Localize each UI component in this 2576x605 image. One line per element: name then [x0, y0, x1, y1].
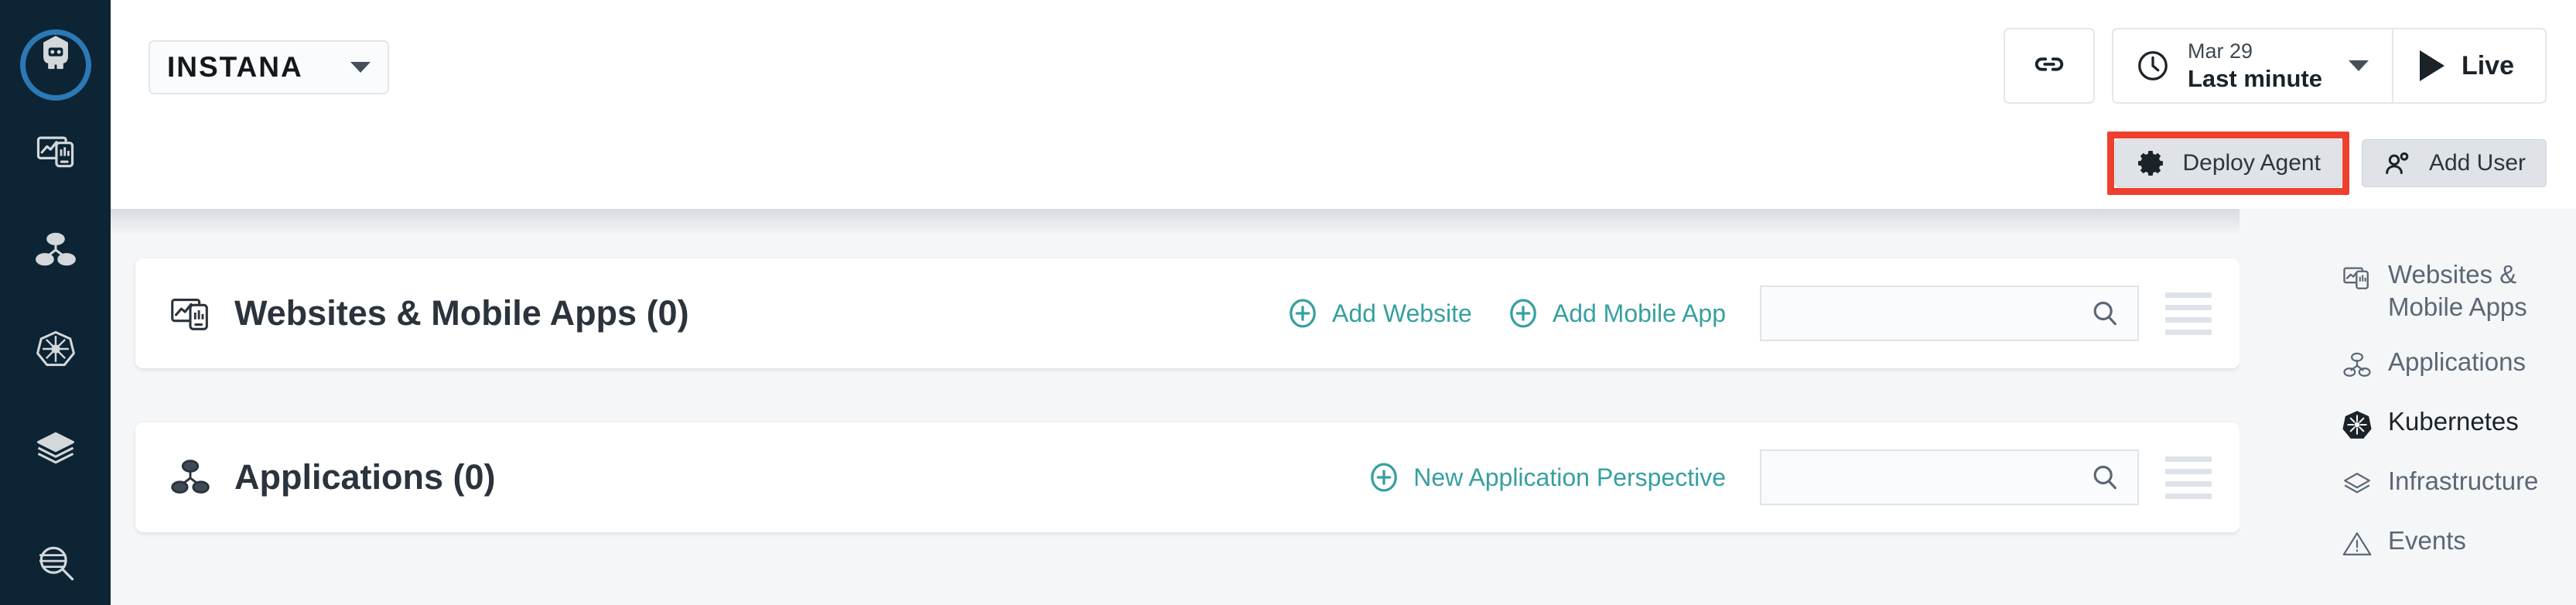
sidebar-item-websites-mobile-apps[interactable] — [0, 108, 111, 193]
right-nav-item-events[interactable]: Events — [2340, 525, 2576, 561]
time-controls: Mar 29 Last minute Live — [2111, 28, 2547, 104]
card-applications: Applications (0) New Application Perspec… — [135, 422, 2239, 532]
deploy-agent-label: Deploy Agent — [2182, 150, 2321, 176]
right-nav-panel: Websites & Mobile Apps Applications Kube… — [2239, 209, 2576, 605]
right-nav-label: Events — [2388, 526, 2466, 555]
right-nav-item-websites-mobile-apps[interactable]: Websites & Mobile Apps — [2340, 258, 2576, 323]
deploy-agent-highlight: Deploy Agent — [2107, 132, 2349, 195]
plus-circle-icon — [1286, 296, 1320, 330]
sidebar-item-infrastructure[interactable] — [0, 405, 111, 490]
website-mobile-icon — [2340, 261, 2374, 295]
deploy-agent-button[interactable]: Deploy Agent — [2115, 139, 2342, 187]
sidebar-item-robot-assistant[interactable] — [0, 11, 111, 101]
search-input-websites[interactable] — [1760, 285, 2139, 341]
right-nav-label: Infrastructure — [2388, 467, 2539, 496]
tenant-selector[interactable]: INSTANA — [149, 40, 389, 94]
applications-icon — [166, 453, 214, 501]
applications-icon — [32, 227, 79, 273]
right-nav-item-kubernetes[interactable]: Kubernetes — [2340, 405, 2576, 442]
right-nav-item-infrastructure[interactable]: Infrastructure — [2340, 465, 2576, 501]
copy-link-button[interactable] — [2003, 28, 2095, 104]
time-range-text: Mar 29 Last minute — [2188, 39, 2322, 94]
add-mobile-app-label: Add Mobile App — [1552, 299, 1726, 327]
hamburger-icon[interactable] — [2165, 456, 2212, 499]
chevron-down-icon — [2348, 60, 2369, 71]
search-input-applications[interactable] — [1760, 449, 2139, 505]
search-icon — [2089, 298, 2120, 329]
header-action-buttons: Deploy Agent Add User — [2107, 132, 2547, 195]
layers-icon — [32, 425, 79, 471]
sidebar-active-indicator — [20, 29, 91, 101]
app-root: INSTANA Mar 29 Last minute Live Deploy A… — [0, 0, 2576, 605]
add-mobile-app-link[interactable]: Add Mobile App — [1506, 296, 1726, 330]
website-mobile-icon — [166, 289, 214, 337]
plus-circle-icon — [1506, 296, 1540, 330]
hamburger-line — [2165, 304, 2212, 310]
time-range-date: Mar 29 — [2187, 39, 2253, 63]
chevron-down-icon — [350, 62, 371, 73]
card-actions: Add Website Add Mobile App — [1286, 285, 2239, 341]
clock-icon — [2135, 48, 2171, 84]
tenant-name: INSTANA — [167, 51, 303, 83]
live-label: Live — [2461, 50, 2514, 80]
hamburger-line — [2165, 329, 2212, 335]
left-sidebar — [0, 0, 111, 605]
header-right-controls: Mar 29 Last minute Live — [2003, 28, 2547, 104]
link-icon — [2031, 46, 2067, 86]
add-user-icon — [2383, 148, 2414, 179]
hamburger-line — [2165, 456, 2212, 462]
search-icon — [2089, 462, 2120, 493]
card-header: Websites & Mobile Apps (0) — [135, 289, 689, 337]
hamburger-line — [2165, 493, 2212, 499]
analyze-search-icon — [32, 539, 79, 586]
hamburger-line — [2165, 316, 2212, 323]
card-header: Applications (0) — [135, 453, 496, 501]
kubernetes-icon — [2340, 408, 2374, 442]
right-nav-label: Kubernetes — [2388, 407, 2519, 436]
gear-icon — [2136, 148, 2167, 179]
new-application-perspective-label: New Application Perspective — [1413, 463, 1726, 491]
time-range-value: Last minute — [2187, 64, 2322, 92]
right-nav-label: Websites & Mobile Apps — [2388, 260, 2527, 321]
website-mobile-icon — [32, 128, 79, 174]
add-website-link[interactable]: Add Website — [1286, 296, 1472, 330]
applications-icon — [2340, 348, 2374, 382]
sidebar-item-kubernetes[interactable] — [0, 306, 111, 391]
main-content: Websites & Mobile Apps (0) Add Website A… — [111, 209, 2576, 605]
hamburger-line — [2165, 480, 2212, 487]
plus-circle-icon — [1367, 460, 1401, 494]
live-button[interactable]: Live — [2391, 28, 2547, 104]
top-header: INSTANA Mar 29 Last minute Live Deploy A… — [111, 0, 2576, 209]
time-range-picker[interactable]: Mar 29 Last minute — [2111, 28, 2392, 104]
layers-icon — [2340, 467, 2374, 501]
right-nav-item-applications[interactable]: Applications — [2340, 346, 2576, 382]
hamburger-line — [2165, 292, 2212, 298]
card-actions: New Application Perspective — [1367, 449, 2239, 505]
card-title: Applications (0) — [234, 457, 496, 497]
card-title: Websites & Mobile Apps (0) — [234, 293, 689, 333]
add-user-button[interactable]: Add User — [2361, 139, 2547, 187]
sidebar-item-analyze[interactable] — [0, 520, 111, 605]
hamburger-icon[interactable] — [2165, 292, 2212, 335]
kubernetes-icon — [32, 326, 79, 372]
warning-triangle-icon — [2340, 527, 2374, 561]
hamburger-line — [2165, 468, 2212, 474]
new-application-perspective-link[interactable]: New Application Perspective — [1367, 460, 1726, 494]
card-websites-mobile-apps: Websites & Mobile Apps (0) Add Website A… — [135, 258, 2239, 368]
sidebar-item-applications[interactable] — [0, 207, 111, 292]
add-user-label: Add User — [2428, 150, 2526, 176]
right-nav-label: Applications — [2388, 347, 2526, 377]
play-icon — [2419, 50, 2444, 81]
add-website-label: Add Website — [1332, 299, 1472, 327]
